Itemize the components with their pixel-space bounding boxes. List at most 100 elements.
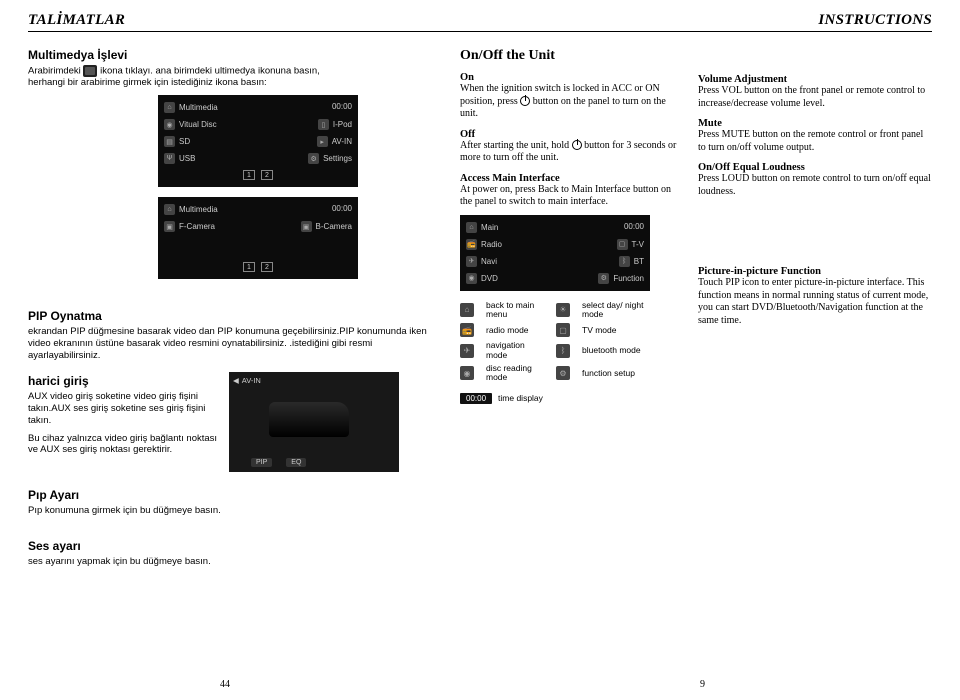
ext-input-text2: Bu cihaz yalnızca video giriş bağlantı n…	[28, 433, 223, 457]
bt-icon: ᛒ	[556, 344, 570, 358]
onoff-title: On/Off the Unit	[460, 48, 680, 64]
access-main-text: At power on, press Back to Main Interfac…	[460, 184, 680, 209]
sd-icon: ▤	[164, 136, 175, 147]
main-interface-screen: ⌂Main00:00 📻Radio▢T-V ✈NaviᛒBT ◉DVD⚙Func…	[460, 215, 650, 291]
avin-title: AV-IN	[242, 376, 261, 385]
label: TV mode	[582, 326, 644, 335]
daynight-icon: ☀	[556, 303, 570, 317]
multimedia-screen-1: ⌂ Multimedia 00:00 ◉ Vitual Disc ▯ I-Pod ▤ SD ▸…	[158, 95, 358, 187]
volume-heading: Volume Adjustment	[698, 74, 932, 85]
page-2b: 2	[261, 262, 273, 272]
label: radio mode	[486, 326, 548, 335]
on-heading: On	[460, 72, 680, 83]
mode-legend: ⌂back to main menu ☀select day/ night mo…	[460, 301, 680, 383]
label: bluetooth mode	[582, 346, 644, 355]
time-display: 00:00	[460, 393, 492, 404]
clock: 00:00	[624, 222, 644, 233]
avin-screen: ◀AV-IN PIP EQ	[229, 372, 399, 472]
label: navigation mode	[486, 341, 548, 360]
home-icon: ⌂	[466, 222, 477, 233]
eq-btn: EQ	[286, 458, 306, 467]
page-2: 2	[261, 170, 273, 180]
loudness-heading: On/Off Equal Loudness	[698, 162, 932, 173]
nav-icon: ✈	[460, 344, 474, 358]
power-icon	[572, 140, 582, 150]
text: herhangi bir arabirime girmek için isted…	[28, 77, 267, 88]
sound-setting-heading: Ses ayarı	[28, 539, 438, 553]
text: After starting the unit, hold	[460, 140, 569, 151]
page-header: TALİMATLAR INSTRUCTIONS	[28, 12, 932, 32]
mute-heading: Mute	[698, 118, 932, 129]
label: I-Pod	[333, 120, 352, 129]
text: Arabirimdeki	[28, 66, 81, 77]
usb-icon: Ψ	[164, 153, 175, 164]
disc-icon: ◉	[164, 119, 175, 130]
on-text: When the ignition switch is locked in AC…	[460, 83, 680, 121]
right-column: On/Off the Unit On When the ignition swi…	[460, 42, 932, 574]
label: BT	[634, 257, 644, 266]
avin-icon: ▸	[317, 136, 328, 147]
func-icon: ⚙	[556, 366, 570, 380]
label: function setup	[582, 369, 644, 378]
multimedia-screen-2: ⌂Multimedia00:00 ▣F-Camera▣B-Camera 12	[158, 197, 358, 279]
clock: 00:00	[332, 204, 352, 215]
pip-func-text: Touch PIP icon to enter picture-in-pictu…	[698, 277, 932, 327]
label: Multimedia	[179, 103, 218, 112]
pip-setting-text: Pıp konumuna girmek için bu düğmeye bası…	[28, 505, 438, 517]
label: SD	[179, 137, 190, 146]
label: back to main menu	[486, 301, 548, 320]
fcam-icon: ▣	[164, 221, 175, 232]
ipod-icon: ▯	[318, 119, 329, 130]
label: Vitual Disc	[179, 120, 217, 129]
grid-icon	[83, 65, 97, 77]
volume-text: Press VOL button on the front panel or r…	[698, 85, 932, 110]
page-1b: 1	[243, 262, 255, 272]
dvd-icon: ◉	[466, 273, 477, 284]
label: B-Camera	[316, 222, 352, 231]
label: USB	[179, 154, 195, 163]
text: ikona tıklayı. ana birimdeki ultimedya i…	[100, 66, 320, 77]
settings-icon: ⚙	[308, 153, 319, 164]
pip-btn: PIP	[251, 458, 272, 467]
off-text: After starting the unit, hold button for…	[460, 140, 680, 165]
pip-play-text: ekrandan PIP düğmesine basarak video dan…	[28, 326, 438, 362]
label: Navi	[481, 257, 497, 266]
left-column: Multimedya İşlevi Arabirimdeki ikona tık…	[28, 42, 438, 574]
label: DVD	[481, 274, 498, 283]
page-1: 1	[243, 170, 255, 180]
multimedia-intro: Arabirimdeki ikona tıklayı. ana birimdek…	[28, 65, 438, 89]
tv-icon: ▢	[556, 323, 570, 337]
nav-icon: ✈	[466, 256, 477, 267]
tv-icon: ▢	[617, 239, 628, 250]
off-heading: Off	[460, 129, 680, 140]
pip-func-heading: Picture-in-picture Function	[698, 266, 932, 277]
time-legend: 00:00 time display	[460, 393, 680, 404]
page-number-left: 44	[220, 679, 230, 690]
radio-icon: 📻	[466, 239, 477, 250]
label: Multimedia	[179, 205, 218, 214]
pip-play-heading: PIP Oynatma	[28, 309, 438, 323]
access-main-heading: Access Main Interface	[460, 173, 680, 184]
header-right: INSTRUCTIONS	[818, 12, 932, 29]
label: disc reading mode	[486, 364, 548, 383]
home-icon: ⌂	[164, 102, 175, 113]
multimedia-heading: Multimedya İşlevi	[28, 48, 438, 62]
power-icon	[520, 96, 530, 106]
func-icon: ⚙	[598, 273, 609, 284]
label: F-Camera	[179, 222, 215, 231]
ext-input-heading: harici giriş	[28, 374, 223, 388]
label: select day/ night mode	[582, 301, 644, 320]
car-illustration	[269, 402, 349, 437]
disc-icon: ◉	[460, 366, 474, 380]
pip-setting-heading: Pıp Ayarı	[28, 488, 438, 502]
bt-icon: ᛒ	[619, 256, 630, 267]
label: Function	[613, 274, 644, 283]
sound-setting-text: ses ayarını yapmak için bu düğmeye basın…	[28, 556, 438, 568]
label: Radio	[481, 240, 502, 249]
clock: 00:00	[332, 102, 352, 113]
back-icon: ◀	[233, 376, 239, 385]
label: Main	[481, 223, 498, 232]
mute-text: Press MUTE button on the remote control …	[698, 129, 932, 154]
loudness-text: Press LOUD button on remote control to t…	[698, 173, 932, 198]
label: Settings	[323, 154, 352, 163]
